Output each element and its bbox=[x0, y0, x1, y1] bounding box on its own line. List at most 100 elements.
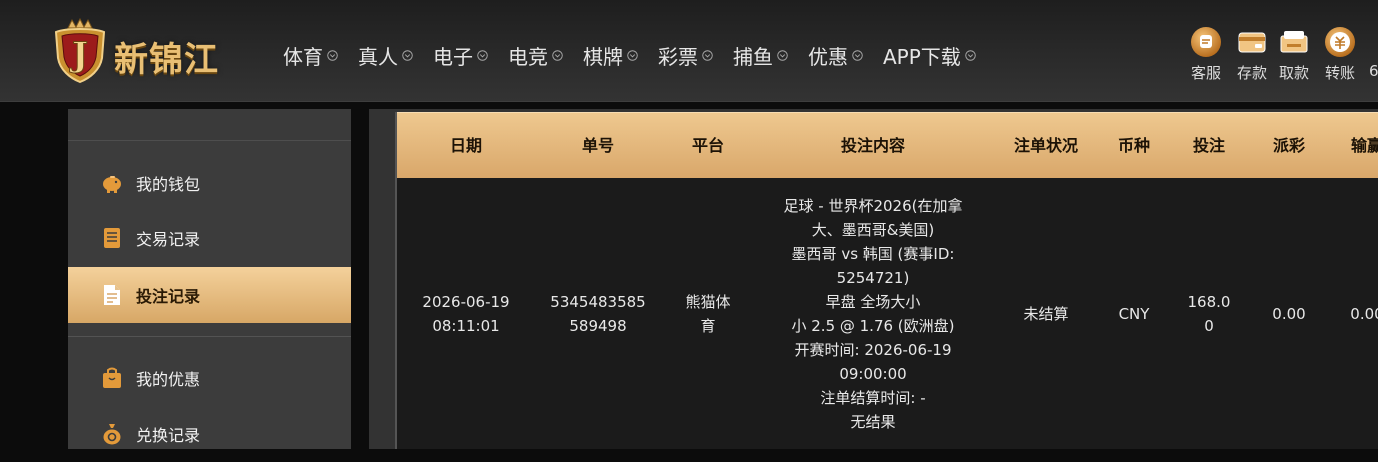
cell-stake-part: 0 bbox=[1204, 316, 1214, 335]
nav-label: 体育 bbox=[283, 44, 323, 69]
document-icon bbox=[100, 283, 124, 307]
sidebar-item-my-wallet[interactable]: 我的钱包 bbox=[68, 155, 351, 211]
col-header-stake: 投注 bbox=[1192, 136, 1225, 155]
brand-logo[interactable]: J 新锦江 bbox=[48, 18, 248, 84]
col-header-payout: 派彩 bbox=[1272, 136, 1305, 155]
sidebar-item-transactions[interactable]: 交易记录 bbox=[68, 210, 351, 266]
brand-name: 新锦江 bbox=[114, 40, 219, 80]
nav-label: 电竞 bbox=[508, 44, 548, 69]
col-header-platform: 平台 bbox=[691, 136, 724, 155]
chevron-down-icon bbox=[552, 49, 563, 61]
gift-bag-icon bbox=[100, 366, 124, 390]
nav-label: 捕鱼 bbox=[733, 44, 773, 69]
transfer-button[interactable]: 转账 bbox=[1318, 26, 1362, 83]
nav-item-lottery[interactable]: 彩票 bbox=[658, 40, 713, 70]
cell-status: 未结算 bbox=[991, 178, 1101, 449]
chevron-down-icon bbox=[402, 49, 413, 61]
cell-status-text: 未结算 bbox=[1023, 304, 1069, 323]
nav-item-live-casino[interactable]: 真人 bbox=[358, 40, 413, 70]
bet-content-line: 开赛时间: 2026-06-19 bbox=[794, 341, 952, 359]
emblem-letter: J bbox=[69, 35, 88, 75]
cell-platform-part: 育 bbox=[700, 316, 716, 335]
nav-item-fishing[interactable]: 捕鱼 bbox=[733, 40, 788, 70]
ledger-icon bbox=[100, 226, 124, 250]
bet-records-table: 日期 单号 平台 投注内容 注单状况 币种 投注 派彩 输赢 2026-06-1… bbox=[395, 112, 1378, 449]
nav-item-slots[interactable]: 电子 bbox=[433, 40, 488, 70]
bet-content-line: 5254721) bbox=[836, 269, 910, 287]
tool-overflow-label[interactable]: 6 bbox=[1369, 62, 1378, 80]
transfer-coin-icon bbox=[1325, 27, 1355, 57]
nav-item-app-download[interactable]: APP下载 bbox=[883, 40, 976, 70]
customer-service-button[interactable]: 客服 bbox=[1184, 26, 1228, 83]
sidebar-item-redemption-records[interactable]: 兑换记录 bbox=[68, 406, 351, 462]
cell-winloss-text: 0.00 bbox=[1350, 304, 1378, 323]
col-header-status: 注单状况 bbox=[1013, 136, 1078, 155]
account-sidebar: 我的钱包 交易记录 投注记录 我的优惠 兑换记录 bbox=[68, 109, 351, 449]
withdraw-card-icon bbox=[1280, 31, 1308, 53]
sidebar-item-label: 我的优惠 bbox=[136, 370, 201, 389]
tool-label: 取款 bbox=[1278, 64, 1309, 82]
top-header: J 新锦江 体育 真人 电子 电竞 棋牌 彩票 捕鱼 优惠 APP下载 客服 存… bbox=[0, 0, 1378, 102]
tool-label: 转账 bbox=[1324, 64, 1355, 82]
nav-item-esports[interactable]: 电竞 bbox=[508, 40, 563, 70]
nav-label: 真人 bbox=[358, 44, 398, 69]
nav-label: 彩票 bbox=[658, 44, 698, 69]
sidebar-item-label: 兑换记录 bbox=[136, 426, 201, 445]
cell-order-no: 5345483585 589498 bbox=[535, 178, 661, 449]
cell-stake: 168.0 0 bbox=[1167, 178, 1251, 449]
bet-content-line: 大、墨西哥&美国) bbox=[811, 221, 935, 239]
sidebar-item-bet-records[interactable]: 投注记录 bbox=[68, 267, 351, 323]
cell-date-time: 08:11:01 bbox=[432, 316, 500, 335]
col-header-currency: 币种 bbox=[1117, 136, 1150, 155]
nav-label: 电子 bbox=[433, 44, 473, 69]
nav-label: APP下载 bbox=[883, 44, 961, 69]
table-header: 日期 单号 平台 投注内容 注单状况 币种 投注 派彩 输赢 bbox=[397, 112, 1378, 178]
customer-service-icon bbox=[1191, 27, 1221, 57]
cell-platform: 熊猫体 育 bbox=[661, 178, 755, 449]
bet-content-line: 早盘 全场大小 bbox=[825, 293, 921, 311]
col-header-winloss: 输赢 bbox=[1350, 136, 1378, 155]
cell-winloss: 0.00 bbox=[1327, 178, 1378, 449]
crown-shield-emblem-icon: J bbox=[54, 18, 106, 84]
sidebar-item-label: 我的钱包 bbox=[136, 175, 201, 194]
bet-content-line: 足球 - 世界杯2026(在加拿 bbox=[783, 197, 963, 215]
sidebar-top-strip bbox=[68, 109, 351, 141]
bet-content-line: 小 2.5 @ 1.76 (欧洲盘) bbox=[791, 317, 955, 335]
tool-label: 存款 bbox=[1236, 64, 1267, 82]
deposit-wallet-icon bbox=[1238, 32, 1266, 53]
table-row: 2026-06-19 08:11:01 5345483585 589498 熊猫… bbox=[397, 178, 1378, 449]
cell-currency-text: CNY bbox=[1118, 304, 1150, 323]
cell-stake-part: 168.0 bbox=[1187, 292, 1231, 311]
deposit-button[interactable]: 存款 bbox=[1230, 26, 1274, 83]
sidebar-item-label: 投注记录 bbox=[136, 287, 201, 306]
piggy-bank-icon bbox=[100, 171, 124, 195]
chevron-down-icon bbox=[965, 49, 976, 61]
bet-content-line: 09:00:00 bbox=[839, 365, 907, 383]
chevron-down-icon bbox=[627, 49, 638, 61]
bet-content-line: 注单结算时间: - bbox=[820, 389, 926, 407]
chevron-down-icon bbox=[852, 49, 863, 61]
withdraw-button[interactable]: 取款 bbox=[1272, 26, 1316, 83]
nav-label: 优惠 bbox=[808, 44, 848, 69]
nav-item-sports[interactable]: 体育 bbox=[283, 40, 338, 70]
nav-item-promotions[interactable]: 优惠 bbox=[808, 40, 863, 70]
cell-bet-content: 足球 - 世界杯2026(在加拿 大、墨西哥&美国) 墨西哥 vs 韩国 (赛事… bbox=[755, 194, 991, 434]
cell-payout: 0.00 bbox=[1251, 178, 1327, 449]
cell-currency: CNY bbox=[1101, 178, 1167, 449]
nav-item-board-games[interactable]: 棋牌 bbox=[583, 40, 638, 70]
chevron-down-icon bbox=[777, 49, 788, 61]
cell-payout-text: 0.00 bbox=[1272, 304, 1306, 323]
col-header-date: 日期 bbox=[449, 136, 482, 155]
cell-date-day: 2026-06-19 bbox=[422, 292, 510, 311]
chevron-down-icon bbox=[477, 49, 488, 61]
sidebar-item-my-promotions[interactable]: 我的优惠 bbox=[68, 350, 351, 406]
cell-order-no-part: 5345483585 bbox=[550, 292, 646, 311]
cell-platform-part: 熊猫体 bbox=[685, 292, 731, 311]
sidebar-divider bbox=[68, 336, 351, 337]
money-bag-icon bbox=[100, 422, 124, 446]
cell-order-no-part: 589498 bbox=[569, 316, 627, 335]
chevron-down-icon bbox=[702, 49, 713, 61]
col-header-content: 投注内容 bbox=[840, 136, 905, 155]
main-nav: 体育 真人 电子 电竞 棋牌 彩票 捕鱼 优惠 APP下载 bbox=[283, 40, 996, 70]
nav-label: 棋牌 bbox=[583, 44, 623, 69]
